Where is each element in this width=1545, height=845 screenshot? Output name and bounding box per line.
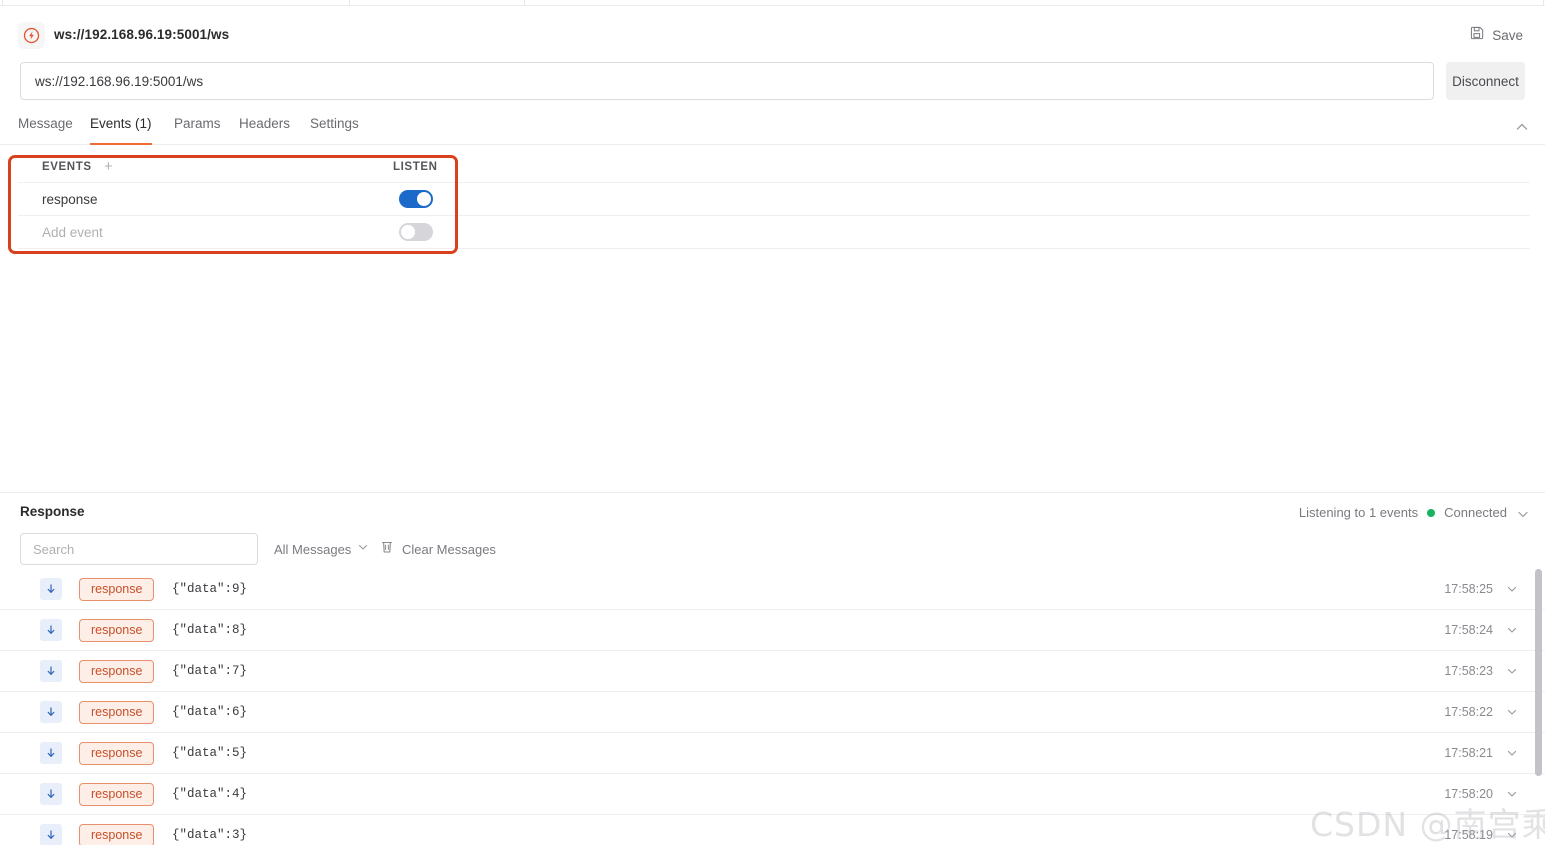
chevron-down-icon-row[interactable] (1505, 623, 1519, 637)
list-item[interactable]: response {"data":9} 17:58:25 (0, 569, 1545, 610)
arrow-down-icon[interactable] (40, 578, 62, 600)
message-filter-label: All Messages (274, 541, 352, 557)
message-timestamp: 17:58:24 (1444, 623, 1493, 637)
listening-count: Listening to 1 events (1298, 505, 1419, 520)
listen-toggle[interactable] (399, 190, 433, 208)
message-timestamp: 17:58:22 (1444, 705, 1493, 719)
event-badge: response (79, 782, 155, 806)
trash-icon (380, 539, 394, 559)
message-body: {"data":4} (172, 787, 248, 801)
message-body: {"data":3} (172, 828, 248, 842)
page-title: ws://192.168.96.19:5001/ws (54, 27, 230, 42)
floppy-disk-icon (1470, 25, 1485, 45)
message-timestamp: 17:58:25 (1444, 582, 1493, 596)
event-badge: response (79, 659, 155, 683)
table-row[interactable]: response (18, 183, 1530, 216)
chevron-down-icon-filter (357, 540, 369, 558)
event-badge: response (79, 577, 155, 601)
arrow-down-icon[interactable] (40, 783, 62, 805)
arrow-down-icon[interactable] (40, 742, 62, 764)
event-badge: response (79, 741, 155, 765)
response-title: Response (20, 504, 85, 519)
message-body: {"data":6} (172, 705, 248, 719)
tab-headers[interactable]: Headers (239, 112, 290, 145)
list-item[interactable]: response {"data":7} 17:58:23 (0, 651, 1545, 692)
chevron-down-icon-response[interactable] (1515, 506, 1531, 522)
status-badge: Connected (1444, 505, 1507, 520)
clear-messages-button[interactable]: Clear Messages (380, 539, 496, 559)
chevron-down-icon-row[interactable] (1505, 705, 1519, 719)
response-divider (0, 492, 1545, 493)
list-item[interactable]: response {"data":8} 17:58:24 (0, 610, 1545, 651)
chevron-up-icon[interactable] (1513, 118, 1531, 136)
list-item[interactable]: response {"data":4} 17:58:20 (0, 774, 1545, 815)
save-label: Save (1492, 27, 1523, 43)
events-table: EVENTS + LISTEN response Add event (18, 151, 1530, 249)
chevron-down-icon-row[interactable] (1505, 582, 1519, 596)
save-button[interactable]: Save (1470, 25, 1523, 45)
search-input[interactable] (20, 533, 258, 565)
arrow-down-icon[interactable] (40, 619, 62, 641)
list-item[interactable]: response {"data":6} 17:58:22 (0, 692, 1545, 733)
event-badge: response (79, 700, 155, 724)
event-badge: response (79, 618, 155, 642)
events-column-label: EVENTS (42, 160, 92, 173)
clear-messages-label: Clear Messages (402, 541, 496, 557)
list-item[interactable]: response {"data":5} 17:58:21 (0, 733, 1545, 774)
scrollbar-thumb[interactable] (1535, 569, 1542, 776)
event-name: response (42, 191, 98, 207)
message-filter-select[interactable]: All Messages (274, 540, 369, 558)
chevron-down-icon-row[interactable] (1505, 828, 1519, 842)
events-table-header: EVENTS + LISTEN (18, 151, 1530, 183)
tab-message[interactable]: Message (18, 112, 73, 145)
message-timestamp: 17:58:20 (1444, 787, 1493, 801)
status-dot-icon (1427, 508, 1436, 517)
response-toolbar: All Messages Clear Messages (0, 533, 1545, 565)
message-timestamp: 17:58:19 (1444, 828, 1493, 842)
message-list-scrollbar[interactable] (1535, 569, 1542, 845)
add-event-input[interactable]: Add event (42, 225, 103, 240)
tab-events[interactable]: Events (1) (90, 112, 152, 145)
chevron-down-icon-row[interactable] (1505, 787, 1519, 801)
arrow-down-icon[interactable] (40, 824, 62, 845)
chevron-down-icon-row[interactable] (1505, 664, 1519, 678)
listen-column-label: LISTEN (393, 160, 438, 173)
disconnect-button[interactable]: Disconnect (1446, 62, 1525, 100)
message-body: {"data":8} (172, 623, 248, 637)
listen-toggle-disabled[interactable] (399, 223, 433, 241)
message-timestamp: 17:58:23 (1444, 664, 1493, 678)
websocket-bolt-icon (18, 22, 45, 49)
tab-params[interactable]: Params (174, 112, 221, 145)
url-row: Disconnect (0, 62, 1545, 100)
message-timestamp: 17:58:21 (1444, 746, 1493, 760)
message-body: {"data":7} (172, 664, 248, 678)
chevron-down-icon-row[interactable] (1505, 746, 1519, 760)
request-tabs: Message Events (1) Params Headers Settin… (0, 112, 1545, 145)
table-row-add-event[interactable]: Add event (18, 216, 1530, 249)
message-body: {"data":5} (172, 746, 248, 760)
arrow-down-icon[interactable] (40, 701, 62, 723)
server-url-input[interactable] (20, 62, 1434, 100)
tab-settings[interactable]: Settings (310, 112, 359, 145)
list-item[interactable]: response {"data":3} 17:58:19 (0, 815, 1545, 845)
request-header: ws://192.168.96.19:5001/ws Save (0, 6, 1545, 52)
connection-status: Listening to 1 events Connected (1299, 505, 1507, 520)
plus-icon[interactable]: + (104, 159, 113, 174)
message-list: response {"data":9} 17:58:25 response {"… (0, 569, 1545, 845)
message-body: {"data":9} (172, 582, 248, 596)
arrow-down-icon[interactable] (40, 660, 62, 682)
event-badge: response (79, 823, 155, 845)
